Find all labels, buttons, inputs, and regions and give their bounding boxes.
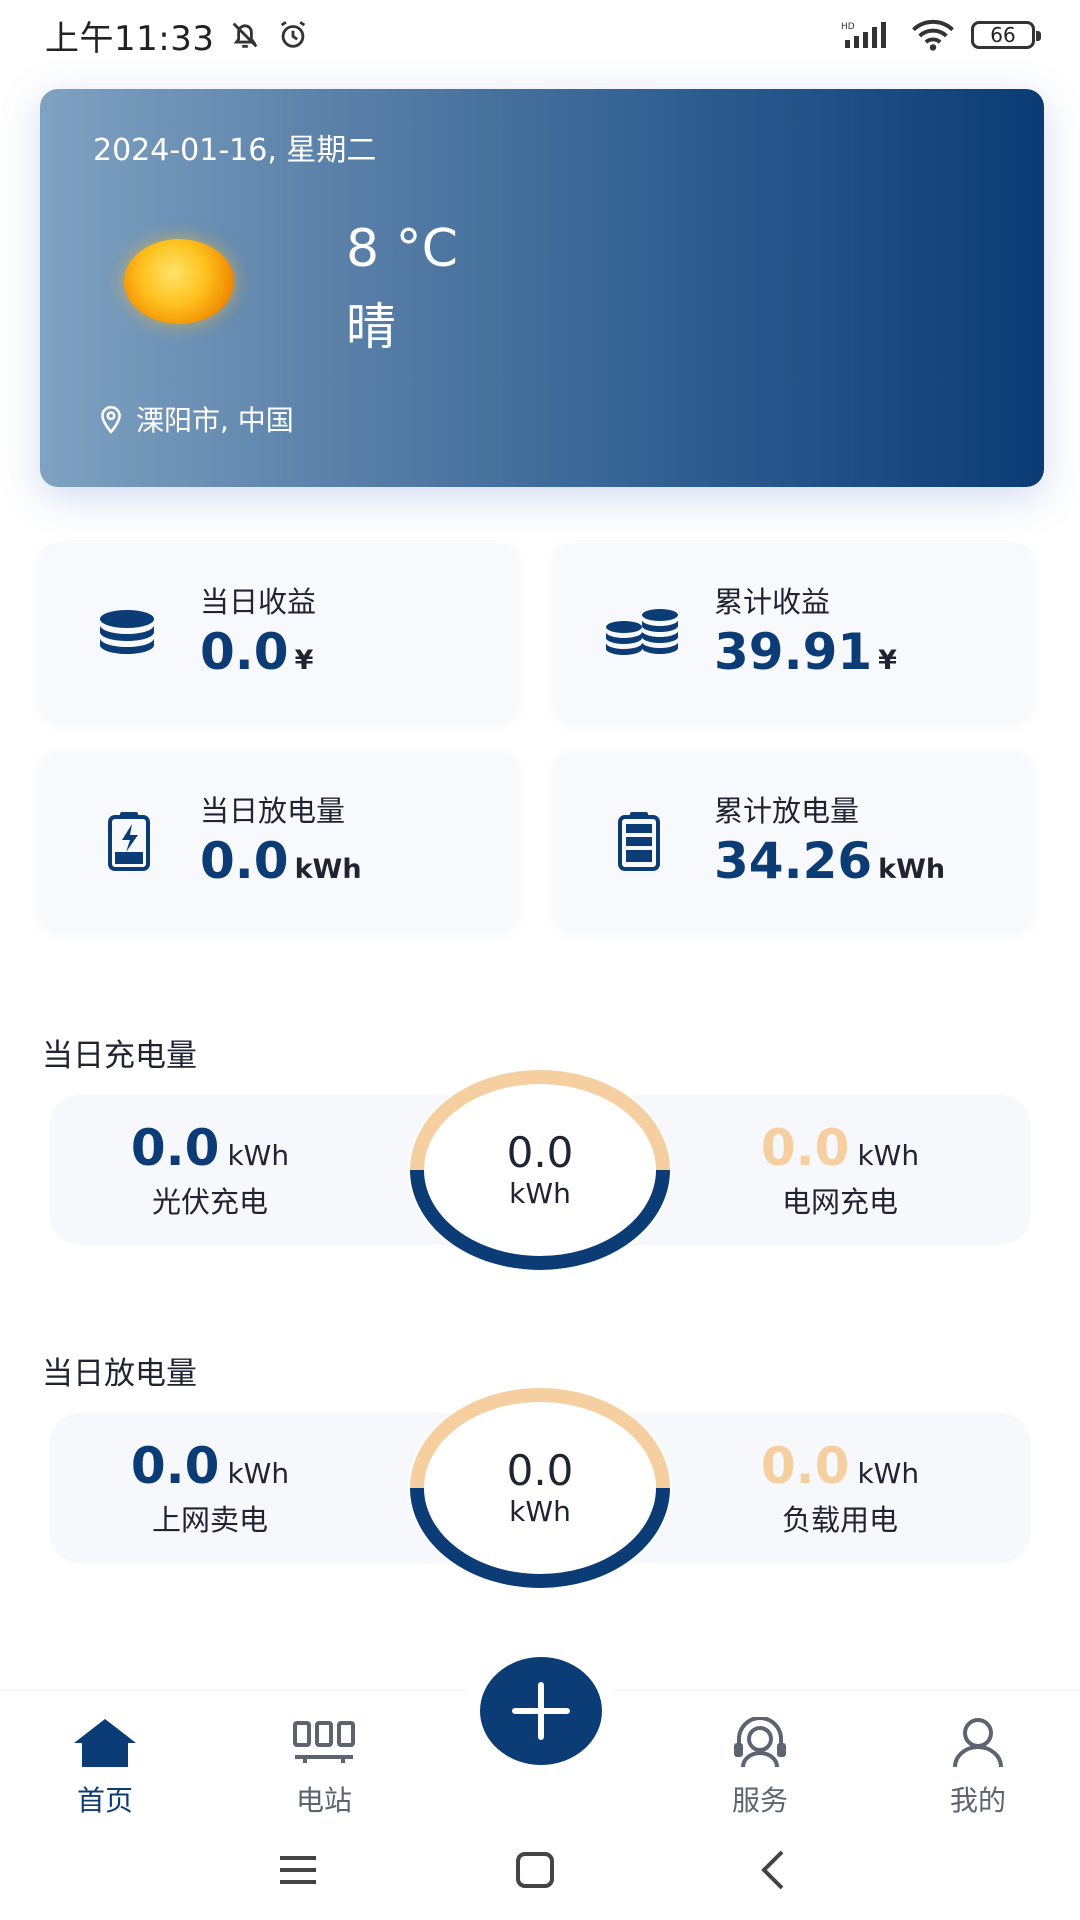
discharge-right-label: 负载用电 [781, 1503, 898, 1537]
wifi-icon [912, 19, 954, 51]
stat-number: 34.26 [714, 832, 873, 890]
stat-number: 0.0 [200, 832, 289, 890]
discharge-right-value: 0.0 kWh [680, 1437, 1000, 1495]
stat-unit: kWh [294, 854, 362, 885]
nav-station[interactable]: 电站 [254, 1717, 394, 1819]
discharge-ring: 0.0 kWh [405, 1383, 675, 1593]
charge-right-unit: kWh [857, 1139, 920, 1172]
location-text: 溧阳市, 中国 [136, 404, 294, 437]
battery-level: 66 [990, 23, 1016, 47]
stat-value: 39.91 ¥ [714, 623, 897, 681]
weather-card[interactable]: 2024-01-16, 星期二 8 °C 晴 溧阳市, 中国 [40, 89, 1044, 487]
discharge-section-title: 当日放电量 [42, 1356, 197, 1392]
nav-home-label: 首页 [76, 1784, 133, 1817]
nav-service[interactable]: 服务 [690, 1716, 830, 1819]
back-icon[interactable] [758, 1848, 788, 1892]
add-button[interactable] [480, 1657, 602, 1765]
stat-card-total-income[interactable]: 累计收益 39.91 ¥ [554, 543, 1032, 719]
alarm-icon [281, 21, 306, 48]
status-right: HD 66 [841, 19, 1041, 51]
charge-left-stat: 0.0 kWh 光伏充电 [50, 1119, 370, 1221]
discharge-right-number: 0.0 [760, 1437, 850, 1495]
discharge-left-stat: 0.0 kWh 上网卖电 [50, 1437, 370, 1539]
station-icon [293, 1721, 355, 1763]
stat-unit: kWh [878, 854, 946, 885]
nav-home[interactable]: 首页 [35, 1717, 175, 1819]
discharge-left-unit: kWh [227, 1457, 290, 1490]
location-pin-icon [101, 405, 121, 434]
system-nav-bar [0, 1830, 1080, 1920]
plus-icon [512, 1682, 570, 1740]
stat-unit: ¥ [878, 645, 897, 676]
status-left: 上午11:33 [45, 11, 310, 60]
stat-label: 当日收益 [200, 585, 317, 619]
discharge-left-number: 0.0 [130, 1437, 220, 1495]
weather-condition: 晴 [346, 298, 396, 356]
stat-label: 累计收益 [714, 585, 831, 619]
charge-section-title: 当日充电量 [42, 1038, 197, 1074]
status-bar: 上午11:33 HD 66 [0, 0, 1080, 70]
discharge-ring-text: 0.0 kWh [405, 1383, 675, 1593]
menu-icon[interactable] [276, 1852, 320, 1888]
discharge-left-value: 0.0 kWh [50, 1437, 370, 1495]
stat-card-daily-discharge[interactable]: 当日放电量 0.0 kWh [40, 752, 518, 928]
battery-charging-icon [108, 812, 150, 871]
discharge-ring-unit: kWh [509, 1494, 571, 1528]
charge-right-label: 电网充电 [781, 1185, 898, 1219]
discharge-left-label: 上网卖电 [151, 1503, 268, 1537]
sun-icon [124, 239, 234, 324]
user-icon [953, 1718, 1003, 1768]
stat-value: 34.26 kWh [714, 832, 945, 890]
nav-mine-label: 我的 [949, 1784, 1006, 1817]
coins-double-stack-icon [606, 609, 678, 655]
charge-ring-text: 0.0 kWh [405, 1065, 675, 1275]
home-icon [74, 1719, 136, 1767]
stat-card-total-discharge[interactable]: 累计放电量 34.26 kWh [554, 752, 1032, 928]
service-headset-icon [734, 1716, 786, 1768]
nav-service-label: 服务 [731, 1784, 788, 1817]
weather-date: 2024-01-16, 星期二 [93, 133, 377, 168]
stat-label: 当日放电量 [200, 794, 346, 828]
stat-value: 0.0 kWh [200, 832, 362, 890]
stat-label: 累计放电量 [714, 794, 860, 828]
stat-number: 0.0 [200, 623, 289, 681]
nav-station-label: 电站 [295, 1784, 352, 1817]
svg-text:HD: HD [841, 22, 855, 32]
charge-left-number: 0.0 [130, 1119, 220, 1177]
discharge-right-unit: kWh [857, 1457, 920, 1490]
hd-signal-icon: HD [841, 22, 886, 48]
weather-temperature: 8 °C [346, 219, 458, 279]
charge-left-unit: kWh [227, 1139, 290, 1172]
weather-location: 溧阳市, 中国 [98, 399, 294, 439]
discharge-ring-value: 0.0 [506, 1446, 574, 1496]
charge-right-number: 0.0 [760, 1119, 850, 1177]
charge-ring: 0.0 kWh [405, 1065, 675, 1275]
battery-icon: 66 [971, 21, 1041, 49]
coins-stack-icon [100, 610, 154, 654]
charge-right-stat: 0.0 kWh 电网充电 [680, 1119, 1000, 1221]
stat-number: 39.91 [714, 623, 873, 681]
stat-card-daily-income[interactable]: 当日收益 0.0 ¥ [40, 543, 518, 719]
stat-value: 0.0 ¥ [200, 623, 313, 681]
charge-ring-unit: kWh [509, 1176, 571, 1210]
stat-unit: ¥ [294, 645, 314, 676]
charge-right-value: 0.0 kWh [680, 1119, 1000, 1177]
charge-left-value: 0.0 kWh [50, 1119, 370, 1177]
discharge-right-stat: 0.0 kWh 负载用电 [680, 1437, 1000, 1539]
nav-mine[interactable]: 我的 [908, 1717, 1048, 1819]
home-square-icon[interactable] [514, 1850, 556, 1890]
mute-bell-icon [233, 22, 258, 48]
battery-full-icon [618, 812, 660, 871]
charge-left-label: 光伏充电 [151, 1185, 268, 1219]
charge-ring-value: 0.0 [506, 1128, 574, 1178]
status-time: 上午11:33 [45, 18, 215, 59]
